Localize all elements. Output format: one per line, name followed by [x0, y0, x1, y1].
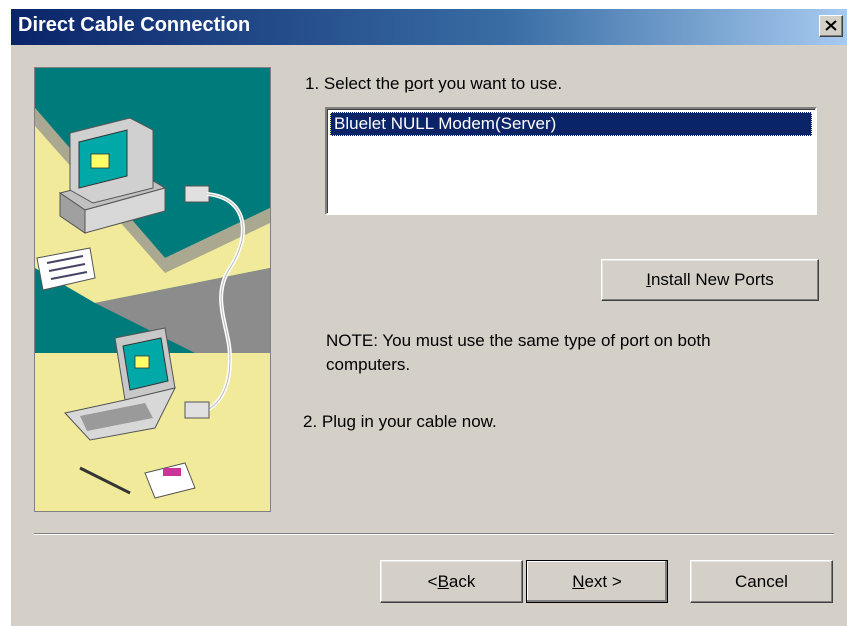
cancel-button[interactable]: Cancel: [690, 560, 833, 603]
cancel-label: Cancel: [735, 572, 788, 591]
step-one-prefix: 1. Select the: [305, 74, 405, 93]
window-title: Direct Cable Connection: [18, 14, 251, 36]
note-line-1: NOTE: You must use the same type of port…: [326, 331, 711, 350]
port-list-item-selected[interactable]: Bluelet NULL Modem(Server): [330, 112, 812, 136]
back-access-key: B: [437, 572, 449, 591]
port-listbox[interactable]: Bluelet NULL Modem(Server): [325, 107, 817, 215]
next-label: ext >: [584, 572, 622, 591]
direct-cable-connection-dialog: Direct Cable Connection 1. Select the po…: [11, 9, 847, 626]
connection-illustration: [34, 67, 271, 512]
close-button[interactable]: [819, 15, 843, 37]
note-line-2: computers.: [326, 355, 411, 374]
step-one-access-key: p: [404, 74, 414, 93]
install-new-ports-button[interactable]: Install New Ports: [601, 259, 819, 301]
close-icon: [825, 20, 837, 31]
step-two-instruction: 2. Plug in your cable now.: [303, 412, 497, 431]
next-access-key: N: [572, 572, 585, 591]
title-bar[interactable]: Direct Cable Connection: [11, 9, 847, 45]
next-button[interactable]: Next >: [526, 560, 668, 603]
step-one-suffix: ort you want to use.: [413, 74, 563, 93]
footer-separator: [34, 533, 834, 535]
back-label: ack: [448, 572, 476, 591]
install-label: nstall New Ports: [650, 270, 774, 289]
step-one-instruction: 1. Select the port you want to use.: [305, 74, 562, 94]
back-arrow: <: [427, 572, 438, 591]
back-button[interactable]: < Back: [380, 560, 523, 603]
cable-connection-artwork: [35, 68, 270, 511]
